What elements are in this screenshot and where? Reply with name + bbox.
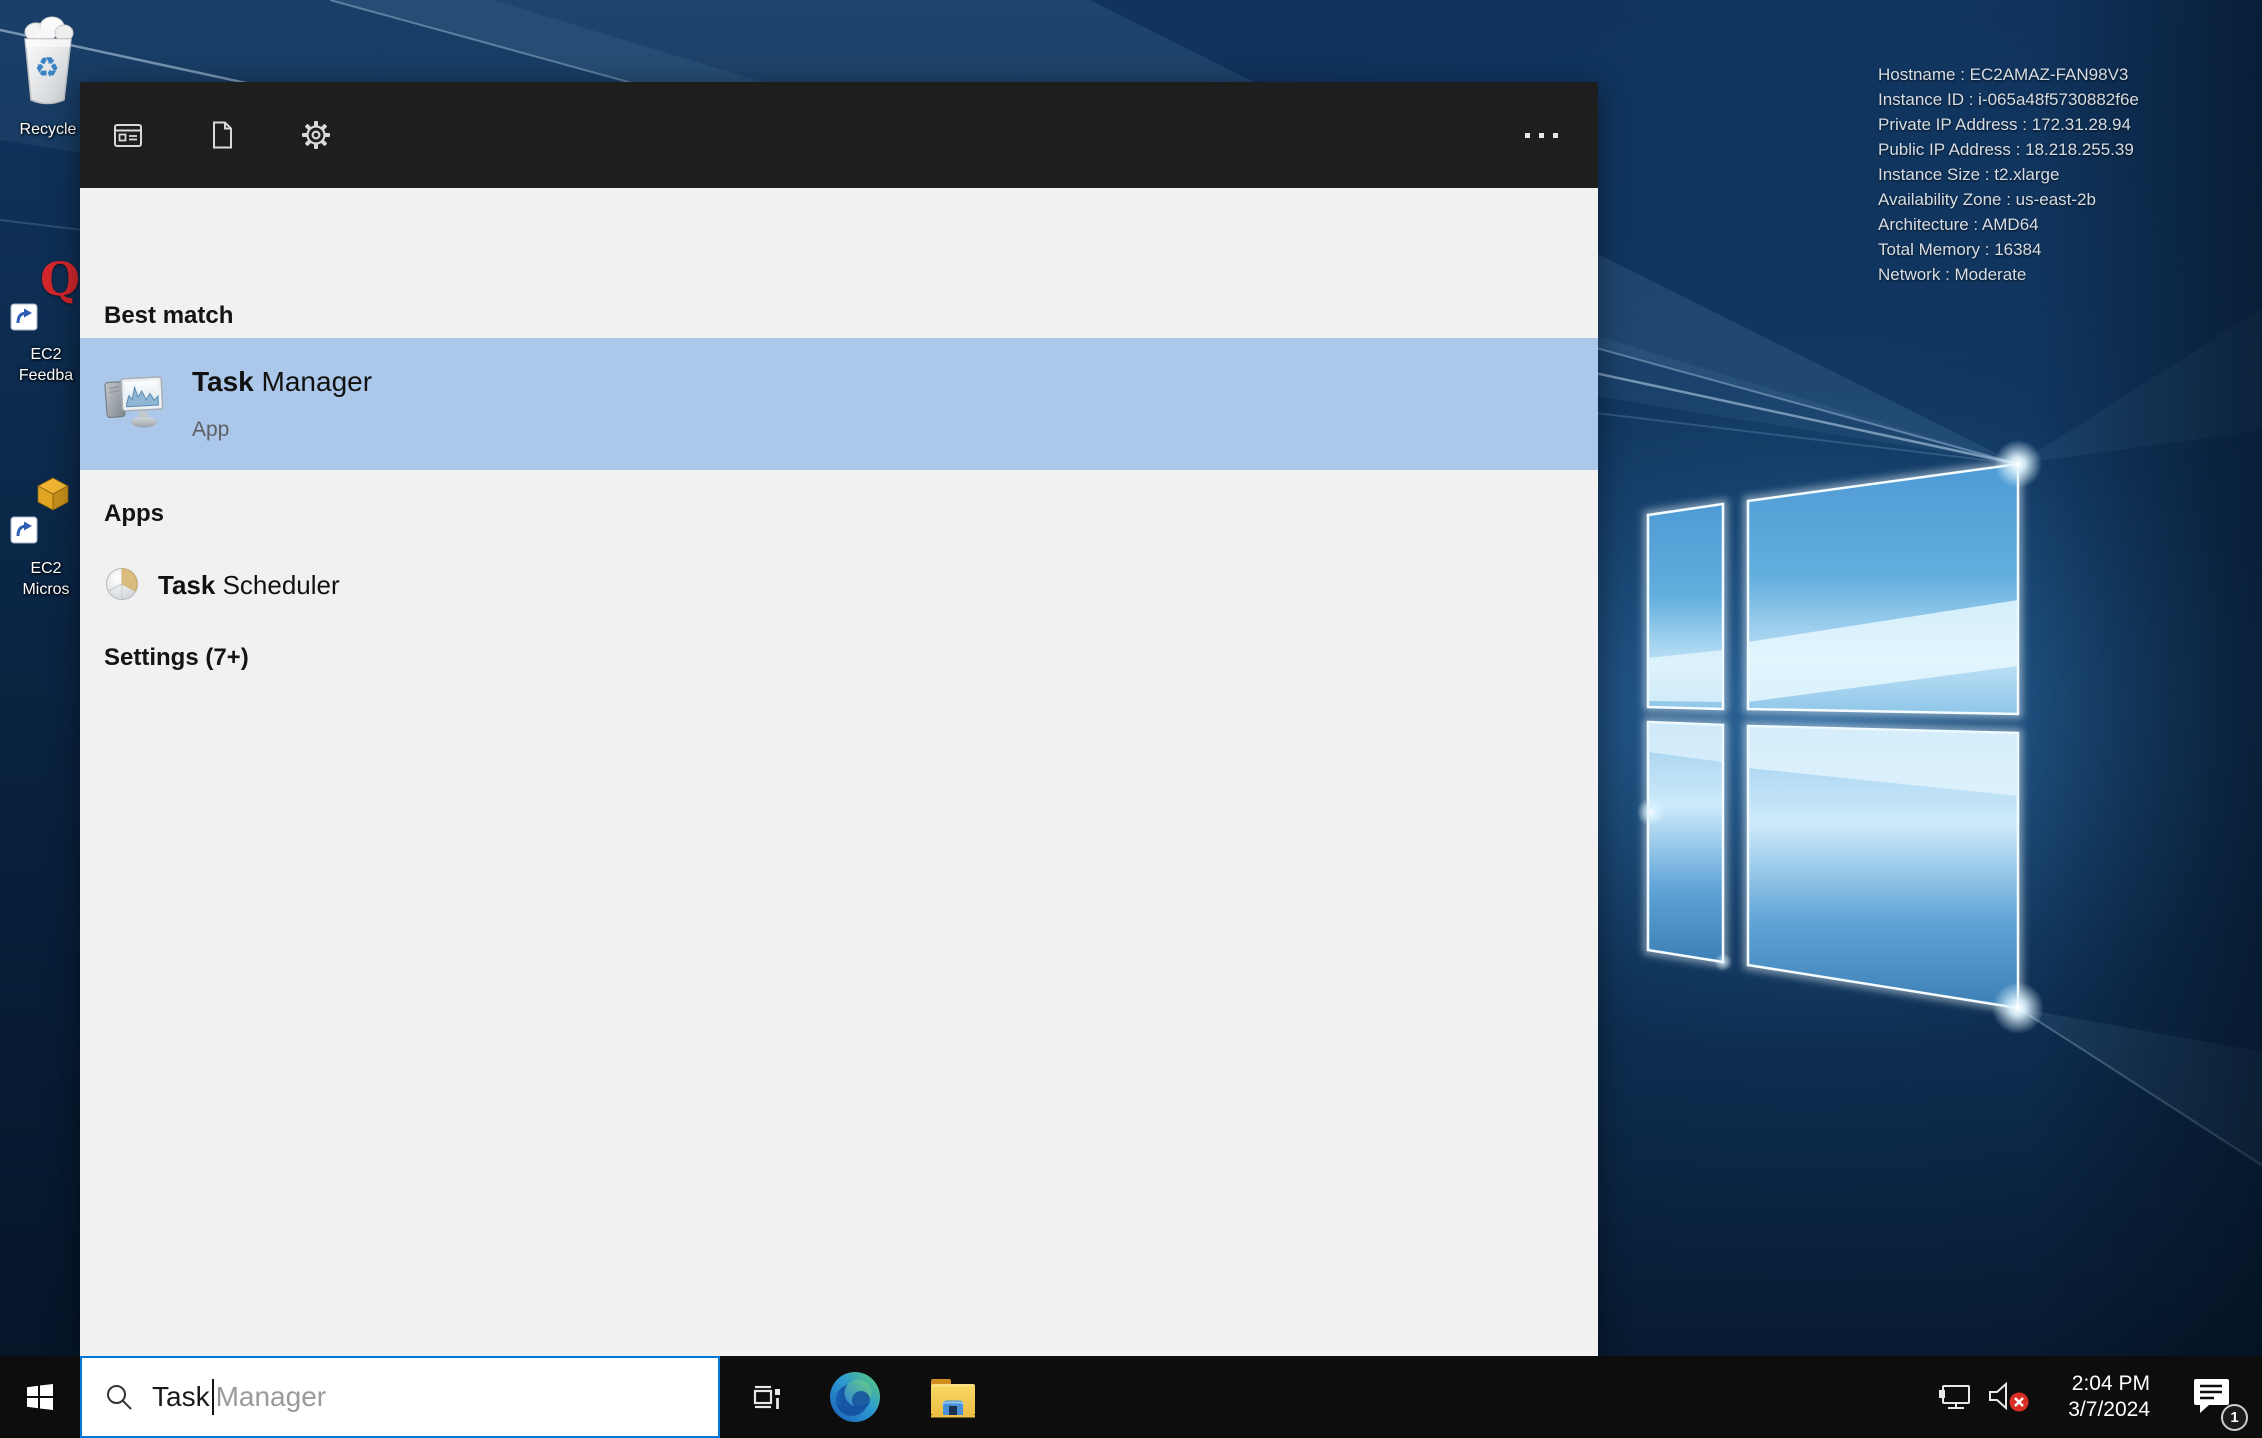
task-view-button[interactable] [748, 1379, 784, 1415]
result-subtitle: App [192, 418, 230, 441]
ec2-info-line: Instance ID : i-065a48f5730882f6e [1878, 90, 2139, 109]
start-button[interactable] [0, 1356, 80, 1438]
edge-icon [830, 1372, 880, 1422]
volume-muted-icon [1989, 1381, 2029, 1412]
search-suggestion-text: Manager [215, 1381, 327, 1412]
edge-browser-button[interactable] [828, 1370, 882, 1424]
settings-section-header[interactable]: Settings (7+) [104, 644, 249, 672]
ec2-info-line: Total Memory : 16384 [1878, 240, 2042, 259]
search-typed-text: Task [152, 1381, 210, 1412]
desktop-icon-ec2-microsoft[interactable]: EC2 Micros [6, 472, 86, 622]
ec2-info-line: Private IP Address : 172.31.28.94 [1878, 115, 2131, 134]
ec2-info-line: Instance Size : t2.xlarge [1878, 165, 2060, 184]
task-scheduler-icon [106, 568, 138, 600]
network-tray-icon[interactable] [1936, 1381, 1974, 1413]
file-explorer-button[interactable] [928, 1375, 978, 1419]
result-task-scheduler[interactable]: Task Scheduler [80, 544, 1598, 628]
documents-filter-icon[interactable] [206, 119, 238, 151]
settings-filter-icon[interactable] [300, 119, 332, 151]
ec2-info-line: Hostname : EC2AMAZ-FAN98V3 [1878, 65, 2129, 84]
taskbar-search-input[interactable]: Task Manager [80, 1356, 720, 1438]
ec2-info-line: Public IP Address : 18.218.255.39 [1878, 140, 2134, 159]
ec2-microsoft-label: EC2 Micros [22, 560, 70, 598]
ec2-feedback-label: EC2 Feedba [18, 346, 74, 384]
ec2-info-line: Availability Zone : us-east-2b [1878, 190, 2096, 209]
search-results-body: Best match Task Manager App Apps Task Sc… [80, 188, 1598, 1356]
action-center-button[interactable]: 1 [2190, 1376, 2248, 1431]
apps-filter-icon[interactable] [112, 119, 144, 151]
task-view-icon [753, 1385, 780, 1409]
shortcut-arrow-icon [10, 516, 38, 544]
apps-section-header: Apps [104, 500, 164, 527]
search-filter-bar [80, 82, 1598, 188]
result-task-manager[interactable]: Task Manager App [80, 338, 1598, 470]
ec2-info-line: Architecture : AMD64 [1878, 215, 2039, 234]
file-explorer-icon [931, 1379, 975, 1418]
taskbar-clock[interactable]: 2:04 PM 3/7/2024 [2050, 1371, 2150, 1423]
recycle-bin-icon: ♻ [24, 16, 74, 105]
result-title: Task Scheduler [158, 570, 340, 600]
system-tray: 2:04 PM 3/7/2024 1 [1936, 1371, 2262, 1431]
volume-tray-icon[interactable] [1986, 1380, 2032, 1414]
text-cursor [211, 1379, 214, 1415]
ec2-microsoft-icon [37, 477, 69, 511]
notification-count-badge: 1 [2221, 1403, 2248, 1431]
task-manager-icon [104, 376, 164, 428]
taskbar: Task Manager 2:04 PM 3/7/2024 1 [0, 1356, 2262, 1438]
recycle-bin-label: Recycle [19, 121, 77, 138]
desktop-icon-recycle-bin[interactable]: ♻ Recycle [8, 14, 88, 140]
ec2-feedback-icon: Q [40, 252, 81, 306]
more-options-icon[interactable] [1525, 132, 1558, 138]
desktop: Hostname : EC2AMAZ-FAN98V3 Instance ID :… [0, 0, 2262, 1438]
start-icon [27, 1384, 53, 1410]
search-icon [107, 1385, 132, 1410]
best-match-header: Best match [104, 302, 234, 329]
svg-text:♻: ♻ [34, 51, 59, 84]
search-results-panel: Best match Task Manager App Apps Task Sc… [80, 82, 1598, 1356]
ec2-instance-info: Hostname : EC2AMAZ-FAN98V3 Instance ID :… [1878, 62, 2139, 287]
clock-time: 2:04 PM [2071, 1372, 2150, 1395]
result-title: Task Manager [192, 366, 373, 397]
clock-date: 3/7/2024 [2068, 1398, 2150, 1421]
network-icon [1939, 1385, 1970, 1409]
desktop-icon-ec2-feedback[interactable]: Q EC2 Feedba [6, 252, 86, 406]
ec2-info-line: Network : Moderate [1878, 265, 2027, 284]
shortcut-arrow-icon [10, 303, 38, 331]
